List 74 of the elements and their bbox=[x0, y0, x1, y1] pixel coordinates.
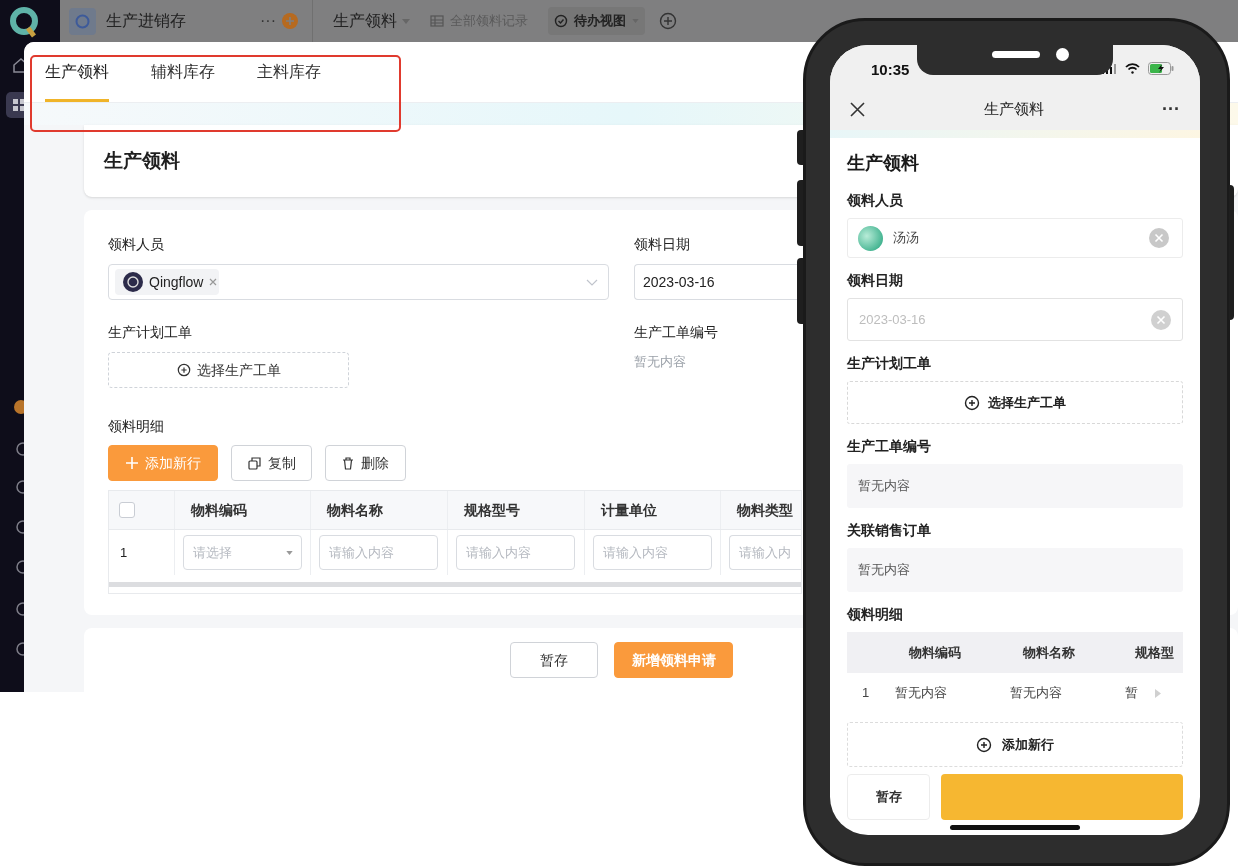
more-menu[interactable]: ··· bbox=[1162, 100, 1180, 118]
input-field[interactable]: 请输入内容 bbox=[319, 535, 438, 570]
table-cell-text: 暂无内容 bbox=[1010, 684, 1063, 703]
field-label: 关联销售订单 bbox=[847, 521, 932, 540]
input-field[interactable]: 请输入内容 bbox=[593, 535, 712, 570]
trash-icon bbox=[342, 456, 354, 470]
caret-icon bbox=[286, 550, 293, 555]
input-field[interactable]: 请输入内容 bbox=[456, 535, 575, 570]
form-title[interactable]: 生产领料 bbox=[333, 9, 410, 33]
remove-icon[interactable] bbox=[209, 278, 218, 286]
select-order-button[interactable]: 选择生产工单 bbox=[847, 381, 1183, 424]
nav-title: 生产领料 bbox=[982, 98, 1045, 119]
row-number: 1 bbox=[120, 543, 128, 562]
column-header: 物料编码 bbox=[191, 500, 247, 520]
caret-icon bbox=[402, 18, 410, 24]
close-icon[interactable] bbox=[850, 101, 865, 117]
column-header: 物料类型 bbox=[737, 500, 793, 520]
column-header: 物料名称 bbox=[327, 500, 383, 520]
table-cell-text: 暂无内容 bbox=[895, 684, 948, 703]
table-icon bbox=[430, 14, 444, 28]
empty-value: 暂无内容 bbox=[847, 464, 1183, 508]
select-order-button[interactable]: 选择生产工单 bbox=[108, 352, 349, 388]
row-number: 1 bbox=[862, 684, 871, 703]
plus-circle-icon bbox=[976, 736, 992, 753]
field-label: 领料日期 bbox=[847, 271, 904, 290]
field-label: 生产计划工单 bbox=[108, 323, 193, 342]
member-tag: Qingflow bbox=[115, 269, 220, 295]
delete-button[interactable]: 删除 bbox=[325, 445, 406, 481]
column-header: 物料编码 bbox=[909, 643, 962, 662]
field-label: 领料日期 bbox=[634, 235, 691, 254]
column-header: 规格型 bbox=[1135, 643, 1175, 662]
tab[interactable]: 主料库存 bbox=[257, 42, 321, 102]
view-tab[interactable]: 待办视图 bbox=[548, 7, 645, 35]
column-header: 物料名称 bbox=[1023, 643, 1076, 662]
field-label: 生产工单编号 bbox=[847, 437, 932, 456]
copy-button[interactable]: 复制 bbox=[231, 445, 312, 481]
table-cell-text: 暂 bbox=[1125, 684, 1139, 703]
check-circle-icon bbox=[554, 14, 568, 28]
field-label: 生产计划工单 bbox=[847, 354, 932, 373]
avatar-icon bbox=[858, 225, 883, 251]
member-field[interactable]: Qingflow bbox=[108, 264, 609, 300]
wifi-icon bbox=[1125, 63, 1140, 74]
avatar-icon bbox=[123, 272, 143, 292]
detail-label: 领料明细 bbox=[108, 417, 165, 436]
input-field[interactable]: 请输入内 bbox=[729, 535, 801, 570]
checkbox[interactable] bbox=[119, 502, 135, 518]
add-row-button[interactable]: 添加新行 bbox=[847, 722, 1183, 767]
field-label: 领料人员 bbox=[108, 235, 165, 254]
plus-circle-icon bbox=[176, 363, 191, 377]
column-header: 计量单位 bbox=[601, 500, 657, 520]
save-draft-button[interactable]: 暂存 bbox=[847, 774, 930, 820]
form-heading: 生产领料 bbox=[104, 148, 180, 173]
speaker-grille bbox=[992, 51, 1040, 58]
save-draft-button[interactable]: 暂存 bbox=[510, 642, 598, 678]
empty-value: 暂无内容 bbox=[847, 548, 1183, 592]
tab[interactable]: 辅料库存 bbox=[151, 42, 215, 102]
empty-value: 暂无内容 bbox=[634, 353, 687, 371]
status-time: 10:35 bbox=[871, 60, 910, 80]
copy-icon bbox=[247, 456, 261, 470]
add-view-icon[interactable] bbox=[659, 12, 677, 30]
member-field[interactable]: 汤汤 bbox=[847, 218, 1183, 258]
battery-icon bbox=[1148, 62, 1174, 75]
app-name: 生产进销存 bbox=[106, 11, 187, 31]
app-icon bbox=[69, 7, 96, 35]
plus-icon bbox=[125, 457, 138, 469]
plus-circle-icon bbox=[964, 394, 980, 411]
logo-icon bbox=[8, 6, 40, 38]
field-label: 领料人员 bbox=[847, 191, 904, 210]
column-header: 规格型号 bbox=[464, 500, 520, 520]
chevron-down-icon bbox=[586, 278, 598, 286]
field-label: 领料明细 bbox=[847, 605, 904, 624]
field-label: 生产工单编号 bbox=[634, 323, 719, 342]
form-heading: 生产领料 bbox=[847, 152, 920, 175]
scrollbar[interactable] bbox=[109, 581, 801, 587]
